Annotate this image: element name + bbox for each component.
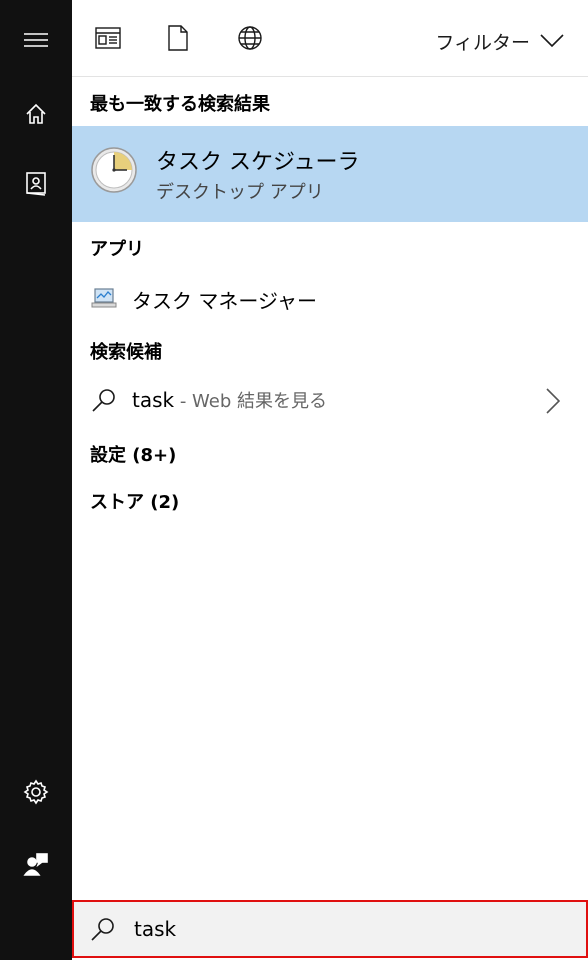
task-manager-icon [90, 284, 118, 312]
settings-group-heading[interactable]: 設定 (8+) [90, 441, 176, 467]
filter-label: フィルター [435, 31, 530, 54]
left-rail [0, 0, 72, 960]
settings-gear-icon[interactable] [18, 774, 54, 810]
chevron-right-icon [546, 388, 560, 414]
suggestions-heading: 検索候補 [90, 342, 162, 363]
web-suggestion-text: task - Web 結果を見る [132, 387, 327, 413]
best-match-title: タスク スケジューラ [156, 150, 360, 175]
app-result-label: タスク マネージャー [132, 289, 317, 313]
best-match-heading: 最も一致する検索結果 [90, 94, 270, 115]
web-suggestion-query: task [132, 388, 175, 412]
app-result-task-manager[interactable]: タスク マネージャー [72, 274, 588, 322]
web-filter-icon[interactable] [234, 22, 266, 54]
search-results-panel: フィルター 最も一致する検索結果 タスク スケジューラ デスクトップ アプリ ア… [72, 0, 588, 960]
apps-filter-icon[interactable] [92, 22, 124, 54]
search-input[interactable] [132, 912, 566, 946]
search-toolbar: フィルター [72, 0, 588, 77]
documents-filter-icon[interactable] [162, 22, 194, 54]
web-suggestion-item[interactable]: task - Web 結果を見る [72, 376, 588, 424]
search-icon [90, 386, 118, 414]
search-box[interactable] [72, 900, 588, 958]
filter-dropdown[interactable]: フィルター [435, 26, 564, 56]
web-suggestion-hint: - Web 結果を見る [174, 391, 328, 412]
search-icon [91, 918, 114, 941]
apps-heading: アプリ [90, 239, 144, 260]
chevron-down-icon [540, 34, 564, 48]
best-match-subtitle: デスクトップ アプリ [156, 182, 324, 203]
best-match-item[interactable]: タスク スケジューラ デスクトップ アプリ [72, 126, 588, 222]
feedback-person-icon[interactable] [18, 846, 54, 882]
hamburger-menu-icon[interactable] [18, 22, 54, 58]
store-group-heading[interactable]: ストア (2) [90, 488, 179, 514]
home-icon[interactable] [18, 96, 54, 132]
task-scheduler-clock-icon [91, 147, 137, 193]
notebook-icon[interactable] [18, 166, 54, 202]
